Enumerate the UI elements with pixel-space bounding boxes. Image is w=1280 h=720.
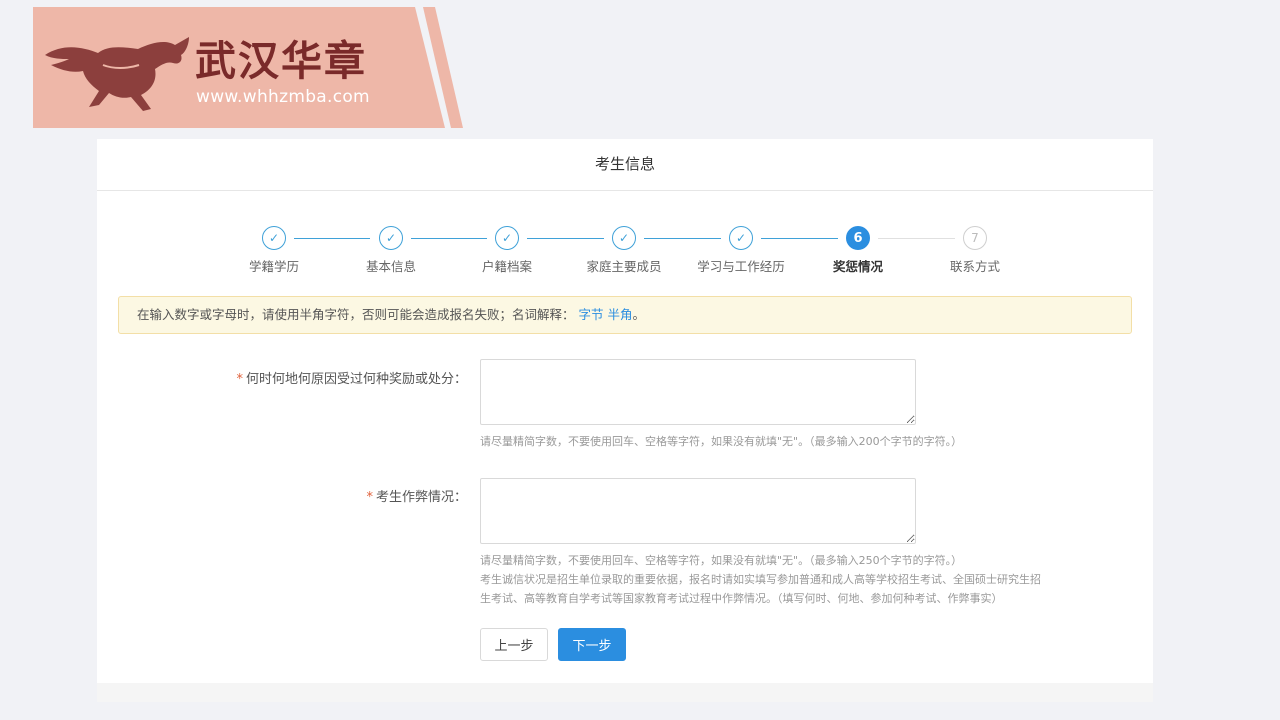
- brand-url: www.whhzmba.com: [196, 87, 370, 107]
- required-mark: *: [236, 372, 243, 387]
- previous-step-button[interactable]: 上一步: [480, 628, 548, 661]
- step-2[interactable]: ✓ 基本信息: [366, 226, 416, 274]
- cheating-record-label: * 考生作弊情况：: [366, 486, 467, 505]
- step-connector: [294, 238, 370, 239]
- check-icon: ✓: [729, 226, 753, 250]
- rewards-punishments-input[interactable]: [480, 359, 916, 425]
- step-6[interactable]: 6 奖惩情况: [833, 226, 883, 274]
- halfwidth-link[interactable]: 半角: [608, 307, 633, 322]
- horse-logo-icon: [45, 37, 189, 111]
- check-icon: ✓: [495, 226, 519, 250]
- step-number-6: 6: [846, 226, 870, 250]
- check-icon: ✓: [379, 226, 403, 250]
- required-mark: *: [366, 490, 373, 505]
- step-label: 奖惩情况: [832, 259, 884, 274]
- rewards-punishments-label: * 何时何地何原因受过何种奖励或处分：: [236, 368, 467, 387]
- cheating-help-text-3: 生考试、高等教育自学考试等国家教育考试过程中作弊情况。（填写何时、何地、参加何种…: [480, 592, 1003, 605]
- notice-text: 在输入数字或字母时，请使用半角字符，否则可能会造成报名失败；名词解释：: [137, 307, 575, 322]
- check-icon: ✓: [262, 226, 286, 250]
- progress-steps: ✓ 学籍学历 ✓ 基本信息 ✓ 户籍档案 ✓ 家庭主要成员 ✓ 学习与工作经历 …: [97, 226, 1153, 276]
- card-footer-strip: [97, 683, 1153, 702]
- halfwidth-notice: 在输入数字或字母时，请使用半角字符，否则可能会造成报名失败；名词解释： 字节 半…: [118, 296, 1132, 334]
- notice-end: 。: [632, 307, 646, 322]
- step-1[interactable]: ✓ 学籍学历: [249, 226, 299, 274]
- step-connector: [761, 238, 838, 239]
- step-number-7: 7: [963, 226, 987, 250]
- step-label: 学籍学历: [248, 259, 300, 274]
- step-label: 家庭主要成员: [586, 259, 662, 274]
- step-label: 学习与工作经历: [697, 259, 785, 274]
- cheating-record-input[interactable]: [480, 478, 916, 544]
- step-label: 联系方式: [949, 259, 1001, 274]
- step-4[interactable]: ✓ 家庭主要成员: [586, 226, 662, 274]
- next-step-button[interactable]: 下一步: [558, 628, 626, 661]
- step-connector: [411, 238, 487, 239]
- brand-banner: 武汉华章 www.whhzmba.com: [33, 7, 463, 128]
- cheating-help-text-1: 请尽量精简字数，不要使用回车、空格等字符，如果没有就填"无"。（最多输入250个…: [480, 554, 963, 567]
- examinee-info-card: 考生信息 ✓ 学籍学历 ✓ 基本信息 ✓ 户籍档案 ✓ 家庭主要成员 ✓ 学习与…: [97, 139, 1153, 702]
- rewards-help-text: 请尽量精简字数，不要使用回车、空格等字符，如果没有就填"无"。（最多输入200个…: [480, 435, 963, 448]
- step-3[interactable]: ✓ 户籍档案: [482, 226, 532, 274]
- check-icon: ✓: [612, 226, 636, 250]
- card-title: 考生信息: [97, 139, 1153, 191]
- step-connector: [527, 238, 604, 239]
- brand-name: 武汉华章: [195, 37, 367, 85]
- step-label: 基本信息: [365, 259, 417, 274]
- rewards-label-text: 何时何地何原因受过何种奖励或处分：: [245, 372, 467, 387]
- byte-link[interactable]: 字节: [579, 307, 604, 322]
- cheating-label-text: 考生作弊情况：: [375, 490, 467, 505]
- cheating-help-text-2: 考生诚信状况是招生单位录取的重要依据，报名时请如实填写参加普通和成人高等学校招生…: [480, 573, 1041, 586]
- step-label: 户籍档案: [481, 259, 533, 274]
- step-7: 7 联系方式: [950, 226, 1000, 274]
- step-connector: [878, 238, 955, 239]
- step-5[interactable]: ✓ 学习与工作经历: [697, 226, 785, 274]
- step-connector: [644, 238, 721, 239]
